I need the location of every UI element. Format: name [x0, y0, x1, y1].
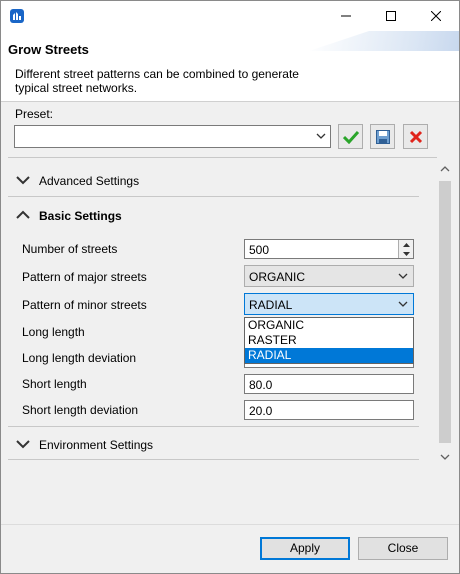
chevron-down-icon — [316, 133, 326, 139]
chevron-down-icon — [398, 301, 408, 307]
short-length-deviation-input[interactable]: 20.0 — [244, 400, 414, 420]
apply-button[interactable]: Apply — [260, 537, 350, 560]
scrollbar-thumb[interactable] — [439, 181, 451, 443]
maximize-button[interactable] — [368, 1, 414, 31]
close-button[interactable]: Close — [358, 537, 448, 560]
save-preset-button[interactable] — [370, 124, 395, 149]
dialog-title: Grow Streets — [8, 42, 89, 57]
minor-pattern-label: Pattern of minor streets — [22, 298, 147, 312]
section-basic-settings[interactable]: Basic Settings — [8, 198, 419, 232]
section-advanced-settings[interactable]: Advanced Settings — [8, 163, 419, 197]
title-bar — [1, 1, 459, 31]
long-length-deviation-label: Long length deviation — [22, 351, 137, 365]
dropdown-option-radial[interactable]: RADIAL — [245, 348, 413, 363]
number-of-streets-input[interactable]: 500 — [244, 239, 414, 259]
header-banner — [309, 31, 459, 51]
chevron-up-icon — [16, 210, 30, 219]
minor-pattern-dropdown: ORGANIC RASTER RADIAL — [244, 317, 414, 364]
short-length-label: Short length — [22, 377, 87, 391]
dropdown-option-raster[interactable]: RASTER — [245, 333, 413, 348]
short-length-value: 80.0 — [249, 378, 273, 392]
settings-scroll-area[interactable]: Advanced Settings Basic Settings Number … — [8, 157, 437, 467]
section-label: Basic Settings — [39, 209, 122, 223]
apply-preset-button[interactable] — [338, 124, 363, 149]
footer-divider — [1, 524, 459, 525]
scroll-down-icon[interactable] — [440, 453, 450, 461]
preset-label: Preset: — [15, 107, 54, 121]
section-label: Advanced Settings — [39, 174, 140, 188]
major-pattern-label: Pattern of major streets — [22, 270, 147, 284]
dropdown-option-organic[interactable]: ORGANIC — [245, 318, 413, 333]
number-of-streets-value: 500 — [249, 243, 270, 257]
long-length-label: Long length — [22, 325, 85, 339]
spin-down-icon[interactable] — [399, 249, 413, 258]
number-spinner[interactable] — [398, 240, 413, 258]
grow-streets-dialog: Grow Streets Different street patterns c… — [0, 0, 460, 574]
number-of-streets-label: Number of streets — [22, 242, 118, 256]
spin-up-icon[interactable] — [399, 240, 413, 249]
chevron-down-icon — [16, 440, 30, 449]
save-icon — [375, 129, 390, 144]
minimize-button[interactable] — [323, 1, 369, 31]
dialog-header: Grow Streets Different street patterns c… — [1, 31, 459, 102]
maximize-icon — [386, 11, 396, 21]
delete-preset-button[interactable] — [403, 124, 428, 149]
chevron-down-icon — [16, 176, 30, 185]
minor-pattern-select[interactable]: RADIAL — [244, 293, 414, 315]
app-icon — [10, 9, 24, 23]
scroll-up-icon[interactable] — [440, 165, 450, 173]
short-length-input[interactable]: 80.0 — [244, 374, 414, 394]
section-label: Environment Settings — [39, 438, 154, 452]
dialog-description: Different street patterns can be combine… — [15, 67, 299, 95]
minimize-icon — [341, 15, 351, 17]
preset-combo[interactable] — [14, 125, 331, 148]
major-pattern-value: ORGANIC — [249, 270, 306, 284]
close-icon — [431, 11, 441, 21]
close-window-button[interactable] — [413, 1, 459, 31]
checkmark-icon — [342, 130, 359, 144]
section-environment-settings[interactable]: Environment Settings — [8, 426, 419, 460]
major-pattern-select[interactable]: ORGANIC — [244, 265, 414, 287]
minor-pattern-value: RADIAL — [249, 298, 293, 312]
chevron-down-icon — [398, 273, 408, 279]
delete-icon — [409, 130, 422, 143]
short-length-deviation-label: Short length deviation — [22, 403, 139, 417]
short-length-deviation-value: 20.0 — [249, 404, 273, 418]
vertical-scrollbar[interactable] — [437, 157, 454, 467]
